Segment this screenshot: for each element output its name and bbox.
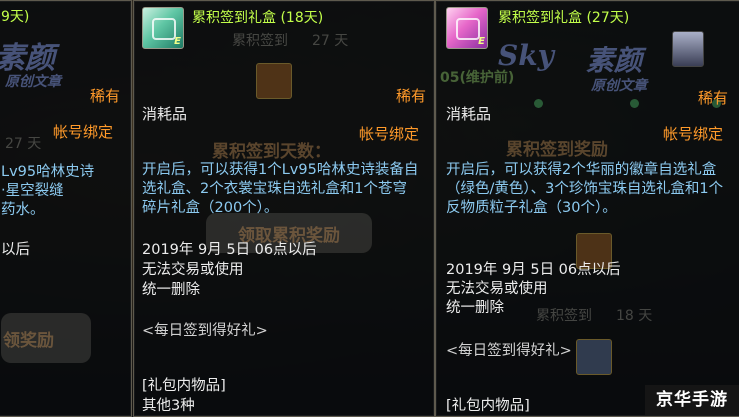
bg-days: 27 天 bbox=[312, 33, 349, 49]
avatar-icon bbox=[672, 31, 704, 67]
rarity-label: 稀有 bbox=[396, 87, 427, 105]
bg-heading: 累积签到天数： bbox=[212, 142, 331, 162]
item-source: <每日签到得好礼> bbox=[142, 323, 268, 339]
bg-reward-icon-2 bbox=[576, 339, 612, 375]
expiry-rule: 无法交易或使用 bbox=[142, 262, 244, 278]
bg-label: 累积签到 bbox=[232, 33, 288, 49]
gift-box-icon: E bbox=[446, 7, 488, 49]
desc-line: Lv95哈林史诗 bbox=[1, 164, 95, 180]
bg-maintenance-note: 05(维护前) bbox=[440, 70, 515, 86]
rarity-label: 稀有 bbox=[90, 87, 121, 105]
expiry-deletion: 统一删除 bbox=[446, 300, 504, 316]
ribbon-icon bbox=[456, 18, 480, 40]
watermark-subtitle: 原创文章 bbox=[5, 74, 61, 90]
epic-mark-icon: E bbox=[478, 36, 485, 47]
bg-button-label: 领奖励 bbox=[3, 331, 54, 351]
description-lines: Lv95哈林史诗 ‧星空裂缝 药水。 bbox=[1, 163, 94, 220]
contents-header: [礼包内物品] bbox=[446, 398, 530, 414]
item-description: 开启后，可以获得1个Lv95哈林史诗装备自选礼盒、2个衣裳宝珠自选礼盒和1个苍穹… bbox=[142, 162, 419, 216]
site-badge: 京华手游 bbox=[645, 385, 739, 415]
expiry-date: 2019年 9月 5日 06点以后 bbox=[446, 262, 621, 278]
binding-label: 帐号绑定 bbox=[53, 123, 114, 141]
watermark-logo: 素颜 bbox=[586, 44, 643, 77]
tooltip-panel-middle: E 累积签到礼盒 (18天) 累积签到 27 天 累积签到天数： 领取累积奖励 … bbox=[133, 0, 435, 417]
bg-days: 18 天 bbox=[616, 308, 653, 324]
bg-number: 27 天 bbox=[5, 136, 42, 152]
tooltip-panel-left: 9天) 素颜 原创文章 27 天 稀有 帐号绑定 Lv95哈林史诗 ‧星空裂缝 … bbox=[0, 0, 132, 417]
contents-first: 其他3种 bbox=[142, 398, 195, 414]
desc-line: ‧星空裂缝 bbox=[1, 183, 64, 199]
bg-label: 累积签到 bbox=[536, 308, 592, 324]
ribbon-icon bbox=[152, 18, 176, 40]
bg-reward-icon bbox=[256, 63, 292, 99]
binding-label: 帐号绑定 bbox=[663, 125, 724, 143]
item-source: <每日签到得好礼> bbox=[446, 343, 572, 359]
category-label: 消耗品 bbox=[142, 105, 188, 123]
desc-line: 药水。 bbox=[1, 202, 45, 218]
rarity-label: 稀有 bbox=[698, 89, 729, 107]
expiry-rule: 无法交易或使用 bbox=[446, 281, 548, 297]
bg-heading: 累积签到奖励 bbox=[506, 140, 608, 160]
item-title: 累积签到礼盒 (18天) bbox=[192, 10, 324, 26]
epic-mark-icon: E bbox=[174, 36, 181, 47]
expiry-date: 2019年 9月 5日 06点以后 bbox=[142, 242, 317, 258]
tooltip-panel-right: E 累积签到礼盒 (27天) Sky 素颜 原创文章 05(维护前) 累积签到奖… bbox=[435, 0, 739, 417]
item-description: 开启后，可以获得2个华丽的徽章自选礼盒（绿色/黄色）、3个珍饰宝珠自选礼盒和1个… bbox=[446, 162, 724, 216]
contents-header: [礼包内物品] bbox=[142, 378, 226, 394]
gift-box-icon: E bbox=[142, 7, 184, 49]
date-fragment: 以后 bbox=[1, 242, 30, 258]
item-title: 累积签到礼盒 (27天) bbox=[498, 10, 630, 26]
category-label: 消耗品 bbox=[446, 105, 492, 123]
item-title-fragment: 9天) bbox=[1, 9, 30, 25]
binding-label: 帐号绑定 bbox=[359, 125, 420, 143]
expiry-deletion: 统一删除 bbox=[142, 282, 200, 298]
watermark-subtitle: 原创文章 bbox=[591, 78, 647, 94]
